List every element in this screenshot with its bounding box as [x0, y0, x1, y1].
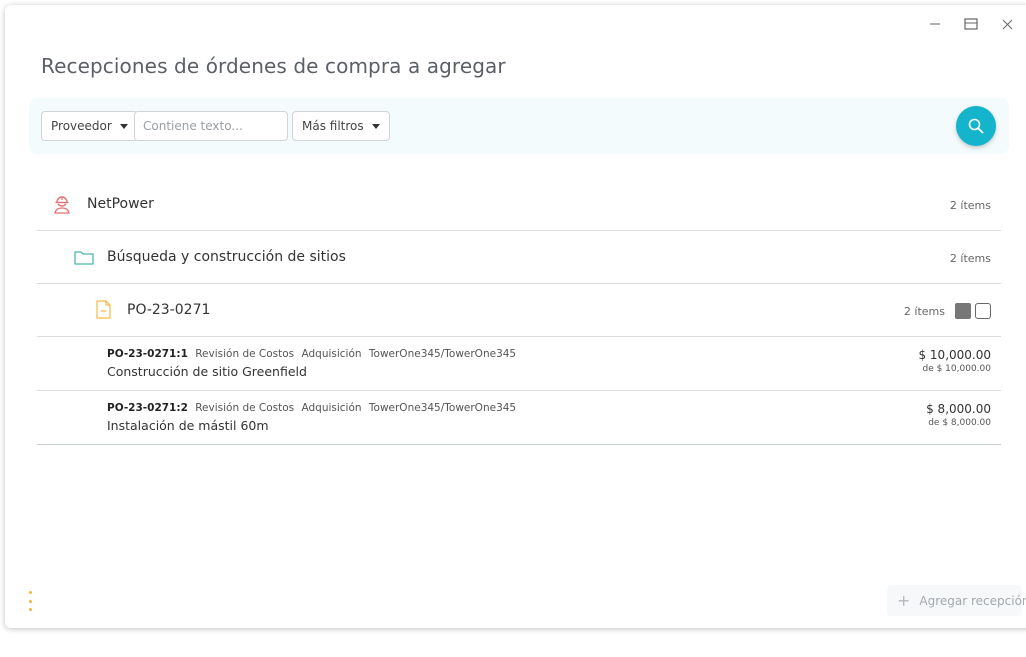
worker-icon [53, 194, 71, 218]
order-row[interactable]: PO-23-0271 2 ítems [37, 284, 1001, 337]
vendor-item-count: 2 ítems [949, 199, 991, 212]
window-controls [917, 13, 1025, 35]
item-meta: PO-23-0271:1 Revisión de Costos Adquisic… [107, 348, 520, 360]
add-reception-button[interactable]: + Agregar recepción [887, 585, 1026, 616]
folder-icon [74, 249, 94, 269]
caret-down-icon [371, 123, 380, 129]
minimize-icon [930, 23, 940, 25]
project-item-count: 2 ítems [949, 252, 991, 265]
item-description: Instalación de mástil 60m [107, 418, 269, 433]
dialog-window: Recepciones de órdenes de compra a agreg… [5, 5, 1026, 628]
more-filters-label: Más filtros [302, 119, 364, 133]
order-select-checkbox[interactable] [975, 303, 991, 319]
item-of-amount: de $ 8,000.00 [928, 418, 991, 428]
maximize-button[interactable] [953, 13, 989, 35]
filter-bar: Proveedor Más filtros [29, 98, 1009, 154]
more-filters-dropdown[interactable]: Más filtros [292, 111, 390, 141]
search-button[interactable] [956, 106, 996, 146]
project-name: Búsqueda y construcción de sitios [107, 249, 346, 265]
plus-icon: + [897, 590, 911, 610]
search-icon [968, 118, 984, 134]
maximize-icon [964, 18, 978, 30]
item-amount: $ 10,000.00 [918, 348, 991, 362]
close-button[interactable] [989, 13, 1025, 35]
item-code: PO-23-0271:1 [107, 348, 188, 360]
item-tag: Adquisición [301, 402, 362, 414]
item-amount: $ 8,000.00 [926, 402, 991, 416]
dialog-title: Recepciones de órdenes de compra a agreg… [41, 54, 506, 78]
document-icon [96, 300, 111, 323]
project-row[interactable]: Búsqueda y construcción de sitios 2 ítem… [37, 231, 1001, 284]
kebab-menu-icon[interactable] [27, 591, 33, 611]
vendor-name: NetPower [87, 196, 154, 212]
item-tag: Adquisición [301, 348, 362, 360]
order-line-item[interactable]: PO-23-0271:2 Revisión de Costos Adquisic… [37, 391, 1001, 445]
partial-select-indicator[interactable] [955, 303, 971, 319]
vendor-row[interactable]: NetPower 2 ítems [37, 178, 1001, 231]
caret-down-icon [119, 123, 128, 129]
item-tag: TowerOne345/TowerOne345 [368, 348, 517, 360]
item-meta: PO-23-0271:2 Revisión de Costos Adquisic… [107, 402, 520, 414]
item-code: PO-23-0271:2 [107, 402, 188, 414]
provider-filter-dropdown[interactable]: Proveedor [41, 111, 138, 141]
minimize-button[interactable] [917, 13, 953, 35]
item-tag: Revisión de Costos [195, 402, 295, 414]
text-search-input[interactable] [134, 111, 288, 141]
order-item-count: 2 ítems [903, 305, 945, 318]
item-tag: Revisión de Costos [195, 348, 295, 360]
add-reception-label: Agregar recepción [919, 593, 1026, 608]
order-name: PO-23-0271 [127, 302, 211, 318]
item-of-amount: de $ 10,000.00 [922, 364, 991, 374]
order-line-item[interactable]: PO-23-0271:1 Revisión de Costos Adquisic… [37, 337, 1001, 391]
close-icon [1002, 19, 1012, 29]
provider-filter-label: Proveedor [51, 119, 112, 133]
item-tag: TowerOne345/TowerOne345 [368, 402, 517, 414]
item-description: Construcción de sitio Greenfield [107, 364, 307, 379]
